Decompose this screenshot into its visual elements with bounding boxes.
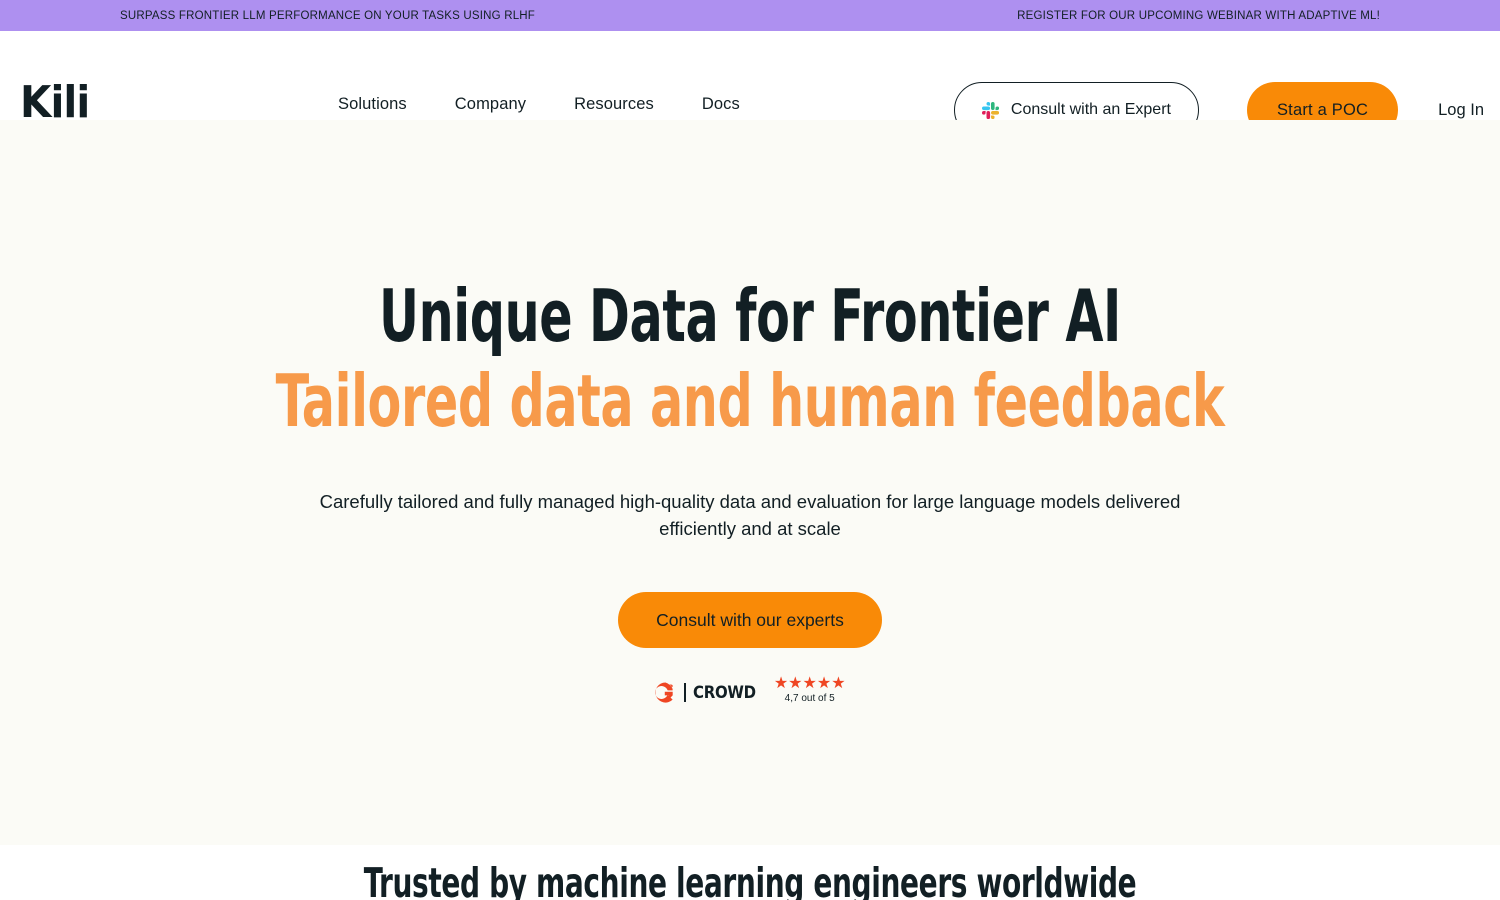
log-in-link[interactable]: Log In: [1438, 101, 1484, 120]
rating-block: ★★★★★ 4,7 out of 5: [773, 675, 846, 705]
hero-section: Unique Data for Frontier AI Tailored dat…: [0, 120, 1500, 900]
kili-logo[interactable]: Kili: [20, 81, 90, 125]
hero-subtitle: Carefully tailored and fully managed hig…: [319, 491, 1181, 539]
hero-title-line-1: Unique Data for Frontier AI: [379, 274, 1121, 358]
svg-text:2: 2: [669, 683, 674, 692]
nav-item-solutions[interactable]: Solutions: [338, 95, 407, 114]
announcement-right-link[interactable]: REGISTER FOR OUR UPCOMING WEBINAR WITH A…: [1017, 10, 1380, 22]
consult-with-our-experts-button[interactable]: Consult with our experts: [618, 592, 882, 648]
g2-crowd-rating-badge[interactable]: 2 CROWD ★★★★★ 4,7 out of 5: [0, 676, 1500, 704]
hero-title-line-2: Tailored data and human feedback: [275, 359, 1225, 443]
nav-item-company[interactable]: Company: [455, 95, 526, 114]
nav-item-resources[interactable]: Resources: [574, 95, 654, 114]
g2-crowd-wordmark: CROWD: [693, 682, 757, 703]
hero-cta-container: Consult with our experts: [0, 592, 1500, 648]
g2-logo-divider: [684, 683, 687, 702]
consult-expert-label: Consult with an Expert: [1010, 101, 1171, 118]
announcement-left-link[interactable]: SURPASS FRONTIER LLM PERFORMANCE ON YOUR…: [120, 10, 535, 22]
rating-score-text: 4,7 out of 5: [784, 693, 835, 704]
trusted-by-heading: Trusted by machine learning engineers wo…: [363, 859, 1137, 900]
g2-logo-icon: 2: [654, 681, 677, 704]
g2-crowd-logo: 2 CROWD: [654, 681, 764, 704]
slack-icon: [981, 101, 999, 119]
site-header: Kili Solutions Company Resources Docs Co…: [0, 31, 1500, 138]
rating-stars: ★★★★★: [773, 675, 846, 692]
main-navigation: Solutions Company Resources Docs: [338, 95, 740, 114]
announcement-bar: SURPASS FRONTIER LLM PERFORMANCE ON YOUR…: [0, 0, 1500, 31]
nav-item-docs[interactable]: Docs: [702, 95, 740, 114]
